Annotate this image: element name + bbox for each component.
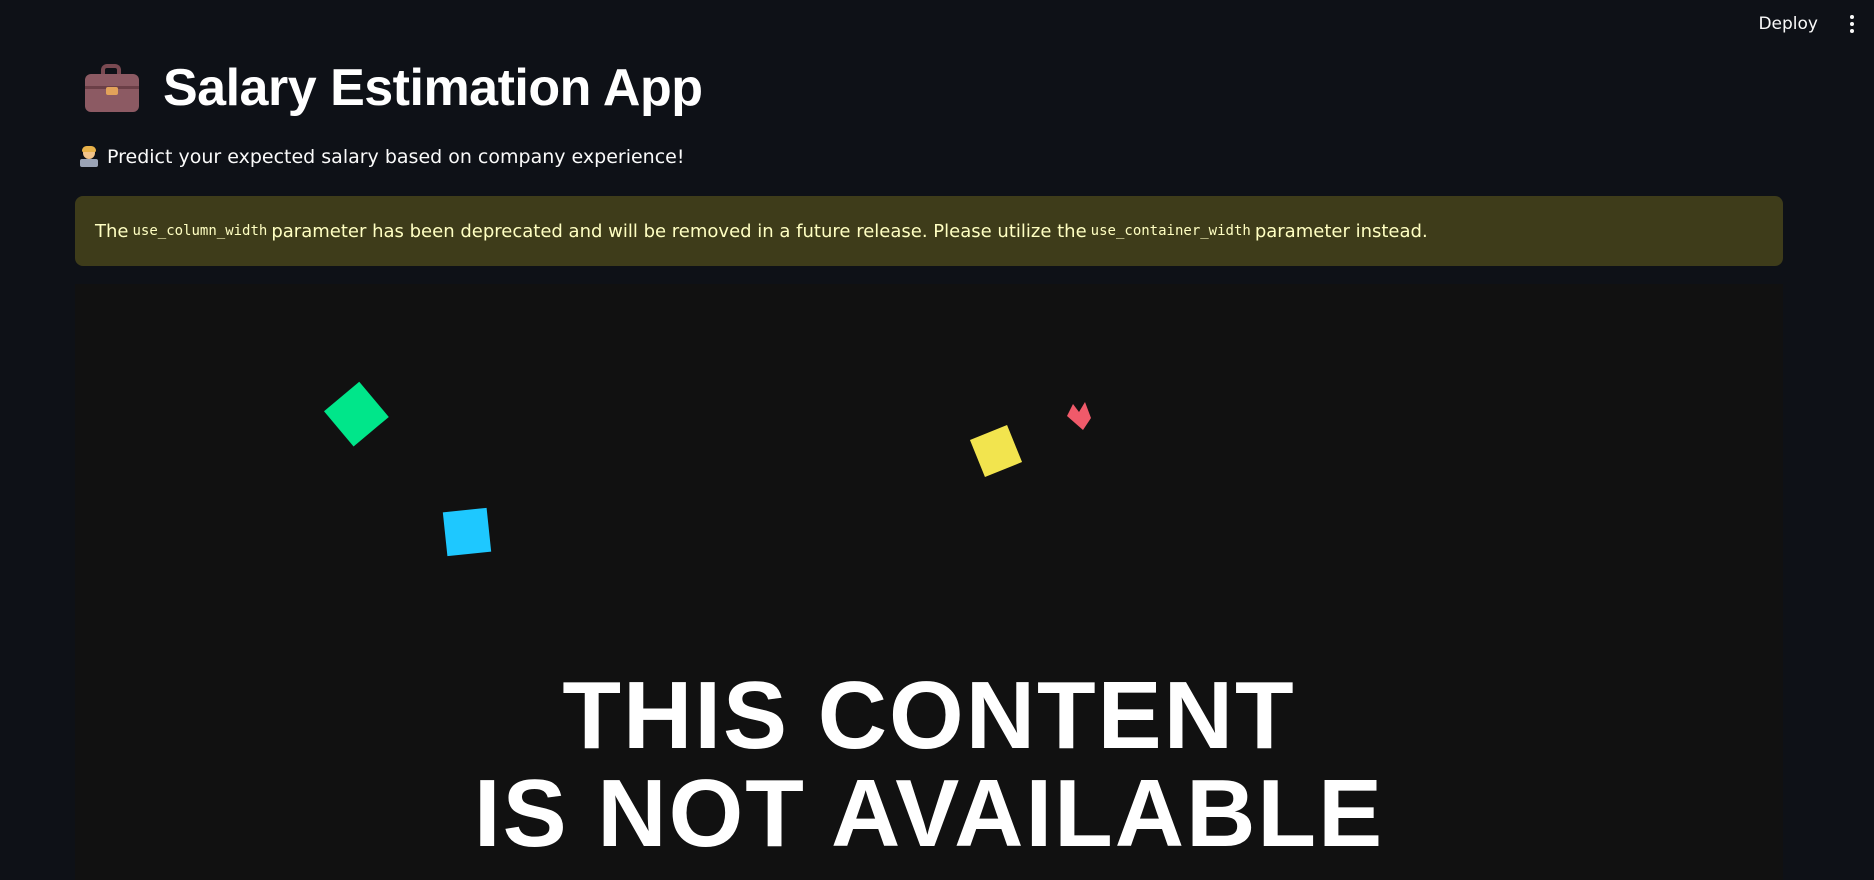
technologist-icon [79,146,99,167]
confetti-yellow-square [969,424,1023,478]
media-text-line: IS NOT AVAILABLE [473,760,1385,867]
media-text-line: THIS CONTENT [562,662,1296,769]
deploy-button[interactable]: Deploy [1748,12,1828,36]
page-subtitle: Predict your expected salary based on co… [107,146,685,168]
warning-text: parameter has been deprecated and will b… [271,220,1087,242]
warning-text: The [95,220,129,242]
main-menu-button[interactable] [1842,12,1862,36]
warning-code: use_column_width [132,223,268,239]
vertical-ellipsis-icon [1850,15,1854,19]
warning-code: use_container_width [1090,223,1251,239]
confetti-blue-square [442,507,492,557]
top-toolbar: Deploy [0,0,1874,48]
page-title-row: Salary Estimation App [83,58,703,118]
page-title: Salary Estimation App [163,59,703,117]
warning-text: parameter instead. [1254,220,1428,242]
briefcase-icon [83,62,141,114]
confetti-green-square [324,381,389,447]
confetti-red-piece [1067,402,1091,430]
gif-image: THIS CONTENT IS NOT AVAILABLE [75,284,1783,880]
subtitle-row: Predict your expected salary based on co… [79,146,684,168]
deprecation-warning: The use_column_width parameter has been … [75,196,1783,266]
